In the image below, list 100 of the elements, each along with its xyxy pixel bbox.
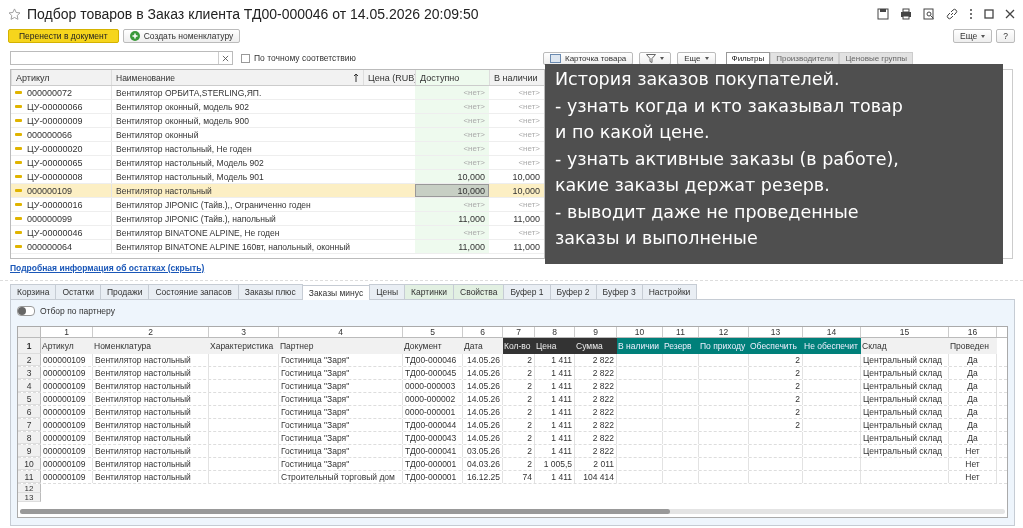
link-icon[interactable] xyxy=(946,8,958,20)
table-cell: Центральный склад xyxy=(863,446,943,456)
table-cell: 11,000 xyxy=(458,241,485,252)
column-header[interactable]: В наличии xyxy=(489,70,544,85)
table-cell: Вентилятор JIPONIC (Тайв.),, Ограниченно годен xyxy=(111,198,363,211)
tab[interactable]: Заказы минус xyxy=(301,285,371,300)
table-row[interactable]: 000000072 Вентилятор ОРБИТА,STERLING,ЯП. <нет> <нет> xyxy=(11,86,544,100)
filter-button[interactable] xyxy=(639,51,672,65)
toggle-switch[interactable] xyxy=(17,305,35,316)
table-cell: Вентилятор настольный xyxy=(95,394,191,404)
tab[interactable]: Буфер 3 xyxy=(595,284,643,299)
table-cell: Гостиница "Заря" xyxy=(281,394,350,404)
table-cell: 2 822 xyxy=(592,446,614,456)
table-row[interactable]: ЦУ-00000046 Вентилятор BINATONE ALPINE, Не годен <нет> <нет> xyxy=(11,226,544,240)
preview-icon[interactable] xyxy=(923,8,935,20)
product-card-button[interactable]: Карточка товара xyxy=(543,51,634,65)
table-cell: Вентилятор настольный, Модель 902 xyxy=(111,156,363,169)
table-cell: Центральный склад xyxy=(863,368,943,378)
clear-icon[interactable] xyxy=(222,54,229,62)
table-cell: Строительный торговый дом xyxy=(281,472,395,482)
window-title: Подбор товаров в Заказ клиента ТД00-000046 от 14.05.2026 20:09:50 xyxy=(27,6,479,22)
table-cell: 2 011 xyxy=(593,459,614,469)
table-cell: 03.05.26 xyxy=(466,446,500,456)
table-cell: <нет> xyxy=(518,102,540,111)
item-icon xyxy=(15,245,22,248)
exact-match-checkbox[interactable] xyxy=(241,53,250,63)
table-cell: ЦУ-00000008 xyxy=(27,171,83,182)
table-cell: Гостиница "Заря" xyxy=(281,446,350,456)
tab[interactable]: Картинки xyxy=(404,284,455,299)
more-button[interactable]: Еще xyxy=(952,29,993,43)
column-header: Документ xyxy=(403,338,463,354)
table-cell: Вентилятор настольный xyxy=(95,459,191,469)
column-header: Сумма xyxy=(575,338,617,354)
print-icon[interactable] xyxy=(900,8,912,20)
table-row[interactable]: ЦУ-00000020 Вентилятор настольный, Не годен <нет> <нет> xyxy=(11,142,544,156)
tab[interactable]: Заказы плюс xyxy=(237,284,303,299)
save-icon[interactable] xyxy=(877,8,889,20)
table-row[interactable]: 000000066 Вентилятор оконный <нет> <нет> xyxy=(11,128,544,142)
close-icon[interactable] xyxy=(1005,9,1015,19)
column-header: По приходу xyxy=(699,338,749,354)
help-button[interactable]: ? xyxy=(996,29,1015,43)
tab[interactable]: Продажи xyxy=(99,284,150,299)
tab[interactable]: Состояние запасов xyxy=(148,284,239,299)
table-row[interactable]: ЦУ-00000065 Вентилятор настольный, Модель 902 <нет> <нет> xyxy=(11,156,544,170)
filter-tab[interactable]: Фильтры xyxy=(725,51,771,65)
table-cell: 000000109 xyxy=(43,368,86,378)
column-header: Партнер xyxy=(279,338,403,354)
column-header[interactable]: Артикул xyxy=(11,70,111,85)
table-cell: 2 822 xyxy=(592,368,614,378)
item-icon xyxy=(15,91,22,94)
table-cell: ТД00-000001 xyxy=(405,472,457,482)
item-icon xyxy=(15,105,22,108)
filter-tab[interactable]: Производители xyxy=(770,51,840,65)
table-cell: 1 411 xyxy=(551,420,572,430)
column-header: Дата xyxy=(463,338,503,354)
column-header[interactable]: Доступно xyxy=(415,70,489,85)
create-item-button[interactable]: Создать номенклатуру xyxy=(122,29,241,43)
table-row[interactable]: ЦУ-00000009 Вентилятор оконный, модель 900 <нет> <нет> xyxy=(11,114,544,128)
favorite-star-icon[interactable] xyxy=(8,7,21,21)
table-row[interactable]: 000000064 Вентилятор BINATONE ALPINE 160вт, напольный, оконный 11,000 11,000 xyxy=(11,240,544,254)
sort-arrow-icon xyxy=(353,73,359,82)
table-cell: Вентилятор настольный xyxy=(95,407,191,417)
table-cell: 000000109 xyxy=(43,407,86,417)
filter-tab[interactable]: Ценовые группы xyxy=(839,51,914,65)
table-row[interactable]: 000000099 Вентилятор JIPONIC (Тайв.), напольный 11,000 11,000 xyxy=(11,212,544,226)
table-cell: Вентилятор настольный xyxy=(95,381,191,391)
tab[interactable]: Буфер 2 xyxy=(549,284,597,299)
table-row[interactable]: ЦУ-00000066 Вентилятор оконный, модель 902 <нет> <нет> xyxy=(11,100,544,114)
table-cell: 000000109 xyxy=(43,459,86,469)
stock-info-link[interactable]: Подробная информация об остатках (скрыть) xyxy=(10,263,205,273)
table-cell: 1 411 xyxy=(551,407,572,417)
horizontal-scrollbar[interactable] xyxy=(20,509,1005,514)
more-button[interactable]: Еще xyxy=(677,51,716,65)
table-row[interactable]: 000000109 Вентилятор настольный 10,000 10,000 xyxy=(11,184,544,198)
tab[interactable]: Остатки xyxy=(55,284,101,299)
search-field[interactable] xyxy=(10,51,233,65)
table-cell: Вентилятор оконный xyxy=(111,128,363,141)
table-cell: <нет> xyxy=(463,116,485,125)
tab[interactable]: Цены xyxy=(369,284,406,299)
tab[interactable]: Свойства xyxy=(453,284,505,299)
transfer-button[interactable]: Перенести в документ xyxy=(8,29,119,43)
tab[interactable]: Настройки xyxy=(641,284,698,299)
table-cell: 14.05.26 xyxy=(466,368,500,378)
table-cell: 000000109 xyxy=(43,446,86,456)
maximize-icon[interactable] xyxy=(984,9,994,19)
column-header[interactable]: Наименование xyxy=(111,70,363,85)
more-icon[interactable] xyxy=(969,8,973,20)
table-cell: ЦУ-00000065 xyxy=(27,157,83,168)
note-text: - узнать когда и кто заказывал товар xyxy=(555,94,904,118)
table-cell: <нет> xyxy=(463,88,485,97)
table-cell: 2 xyxy=(527,394,532,404)
tab[interactable]: Буфер 1 xyxy=(503,284,551,299)
table-cell: <нет> xyxy=(518,144,540,153)
row-number: 8 xyxy=(18,432,41,444)
tab[interactable]: Корзина xyxy=(10,284,57,299)
table-cell: 000000099 xyxy=(27,213,73,224)
table-cell: <нет> xyxy=(518,228,540,237)
table-row[interactable]: ЦУ-00000016 Вентилятор JIPONIC (Тайв.),, Ограниченно годен <нет> <нет> xyxy=(11,198,544,212)
table-cell: Вентилятор BINATONE ALPINE 160вт, напольный, оконный xyxy=(111,240,363,253)
table-cell: 2 xyxy=(795,394,800,404)
